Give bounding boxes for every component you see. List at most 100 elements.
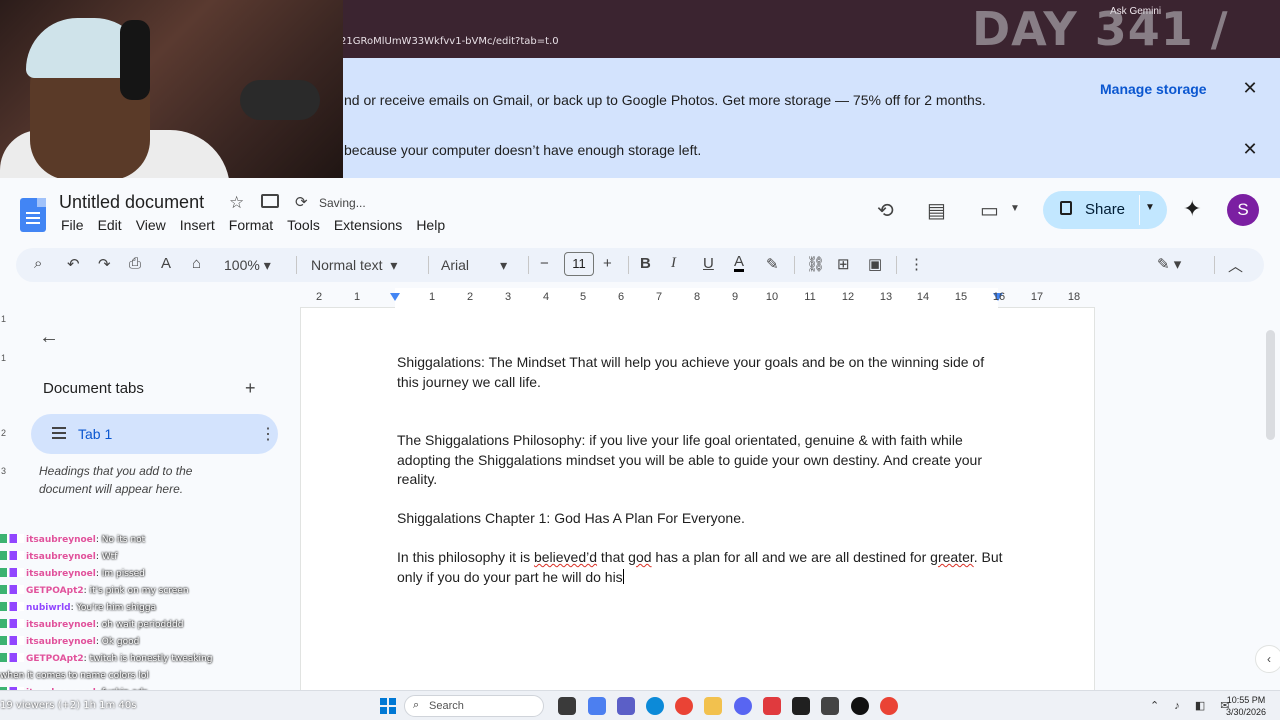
add-tab-icon[interactable]: +	[245, 378, 256, 399]
font-value: Arial	[441, 257, 470, 273]
italic-icon[interactable]: I	[671, 255, 676, 272]
text-color-icon[interactable]: A	[734, 254, 745, 272]
stream-stats-overlay: 19 viewers (+2) 1h 1m 40s	[0, 700, 137, 711]
misspelled-word[interactable]: greater	[930, 549, 974, 565]
menu-edit[interactable]: Edit	[98, 217, 122, 233]
chevron-left-icon[interactable]: ‹	[1255, 645, 1280, 673]
chevron-down-icon[interactable]: ▼	[1010, 203, 1020, 214]
paint-format-icon[interactable]: ⌂	[192, 255, 201, 272]
chat-username: GETPOApt2	[26, 654, 84, 664]
font-size-input[interactable]: 11	[564, 252, 594, 276]
menu-view[interactable]: View	[136, 217, 166, 233]
chat-text: twitch is honestly tweaking	[89, 654, 213, 664]
close-icon[interactable]: ✕	[1240, 78, 1260, 99]
ruler-number: 16	[992, 291, 1006, 303]
misspelled-word[interactable]: god	[628, 549, 651, 565]
gemini-sparkle-icon[interactable]: ✦	[1183, 196, 1201, 222]
menu-help[interactable]: Help	[416, 217, 445, 233]
app-icon[interactable]	[792, 697, 810, 715]
share-divider	[1139, 195, 1140, 225]
close-icon[interactable]: ✕	[1240, 139, 1260, 160]
chat-badge-icon	[0, 636, 24, 645]
tab-options-icon[interactable]: ⋮	[260, 424, 276, 444]
chat-username: itsaubreynoel	[26, 552, 96, 562]
editing-mode-icon[interactable]: ✎ ▾	[1157, 255, 1181, 273]
app-icon[interactable]	[763, 697, 781, 715]
add-comment-icon[interactable]: ⊞	[837, 255, 850, 273]
undo-icon[interactable]: ↶	[67, 255, 80, 273]
file-explorer-icon[interactable]	[704, 697, 722, 715]
menu-insert[interactable]: Insert	[180, 217, 215, 233]
decrease-font-size-icon[interactable]: −	[540, 255, 549, 272]
menu-format[interactable]: Format	[229, 217, 273, 233]
meet-camera-icon[interactable]: ▭	[980, 198, 999, 223]
obs-icon[interactable]	[851, 697, 869, 715]
misspelled-word[interactable]: believed’d	[534, 549, 597, 565]
search-menus-icon[interactable]: ⌕	[34, 255, 42, 272]
ruler-number: 1	[353, 291, 361, 303]
underline-icon[interactable]: U	[703, 255, 714, 272]
horizontal-ruler[interactable]: 2 1 1 2 3 4 5 6 7 8 9 10 11 12 13 14 15 …	[300, 288, 1095, 308]
document-title[interactable]: Untitled document	[59, 192, 204, 213]
chevron-up-icon[interactable]: ︿	[1228, 255, 1243, 276]
comments-icon[interactable]: ▤	[927, 198, 946, 223]
chat-badge-icon	[0, 568, 24, 577]
paragraph-style-select[interactable]: Normal text ▾	[311, 257, 397, 274]
edge-icon[interactable]	[646, 697, 664, 715]
webcam-overlay	[0, 0, 343, 187]
ruler-number: 11	[804, 291, 816, 303]
more-options-icon[interactable]: ⋮	[909, 255, 924, 273]
font-family-select[interactable]: Arial ▾	[441, 257, 507, 274]
teams-icon[interactable]	[617, 697, 635, 715]
share-button[interactable]: Share ▼	[1043, 191, 1167, 229]
ruler-number: 17	[1030, 291, 1044, 303]
menu-file[interactable]: File	[61, 217, 84, 233]
chrome-icon[interactable]	[675, 697, 693, 715]
chat-message: itsaubreynoel: Ok good	[0, 634, 250, 651]
menu-extensions[interactable]: Extensions	[334, 217, 402, 233]
redo-icon[interactable]: ↷	[98, 255, 111, 273]
clock-date: 3/30/2026	[1226, 707, 1267, 717]
chrome-icon[interactable]	[880, 697, 898, 715]
chat-message: itsaubreynoel: oh wait periodddd	[0, 617, 250, 634]
spellcheck-icon[interactable]: A	[161, 255, 171, 272]
webcam-microphone	[240, 80, 320, 120]
stream-chat-overlay: itsaubreynoel: No its not itsaubreynoel: …	[0, 532, 250, 702]
document-body[interactable]: Shiggalations: The Mindset That will hel…	[397, 353, 1007, 587]
increase-font-size-icon[interactable]: +	[603, 255, 612, 272]
highlight-icon[interactable]: ✎	[766, 255, 779, 273]
zoom-select[interactable]: 100% ▾	[224, 257, 271, 274]
bold-icon[interactable]: B	[640, 255, 651, 272]
star-icon[interactable]: ☆	[229, 193, 244, 213]
version-history-icon[interactable]: ⟲	[877, 198, 894, 223]
app-icon[interactable]	[821, 697, 839, 715]
manage-storage-button[interactable]: Manage storage	[1100, 81, 1207, 97]
chevron-down-icon[interactable]: ▼	[1145, 202, 1155, 213]
chat-username: itsaubreynoel	[26, 535, 96, 545]
address-bar-url[interactable]: 21GRoMlUmW33Wkfvv1-bVMc/edit?tab=t.0	[340, 36, 559, 47]
docs-logo-icon[interactable]	[20, 198, 46, 232]
sidebar-item-tab-1[interactable]: Tab 1 ⋮	[31, 414, 278, 454]
task-view-icon[interactable]	[558, 697, 576, 715]
avatar[interactable]: S	[1227, 194, 1259, 226]
discord-icon[interactable]	[734, 697, 752, 715]
move-folder-icon[interactable]	[261, 194, 279, 208]
taskbar-clock[interactable]: 10:55 PM 3/30/2026	[1226, 694, 1266, 718]
insert-link-icon[interactable]: ⛓	[806, 255, 825, 273]
lock-icon	[1060, 201, 1072, 215]
insert-image-icon[interactable]: ▣	[868, 255, 882, 273]
document-page[interactable]: Shiggalations: The Mindset That will hel…	[300, 308, 1095, 720]
ruler-number: 13	[879, 291, 893, 303]
windows-start-icon[interactable]	[380, 698, 396, 714]
back-arrow-icon[interactable]: ←	[39, 326, 59, 349]
document-tabs-title: Document tabs	[43, 380, 144, 397]
print-icon[interactable]: ⎙	[129, 255, 141, 272]
system-tray[interactable]: ⌃ ♪ ◧ ✉	[1150, 699, 1236, 712]
search-icon: ⌕	[413, 699, 420, 711]
ruler-number: 10	[765, 291, 779, 303]
taskbar-search[interactable]: ⌕ Search	[404, 695, 544, 717]
scrollbar[interactable]	[1266, 330, 1275, 440]
chat-username: itsaubreynoel	[26, 637, 96, 647]
copilot-icon[interactable]	[588, 697, 606, 715]
menu-tools[interactable]: Tools	[287, 217, 320, 233]
